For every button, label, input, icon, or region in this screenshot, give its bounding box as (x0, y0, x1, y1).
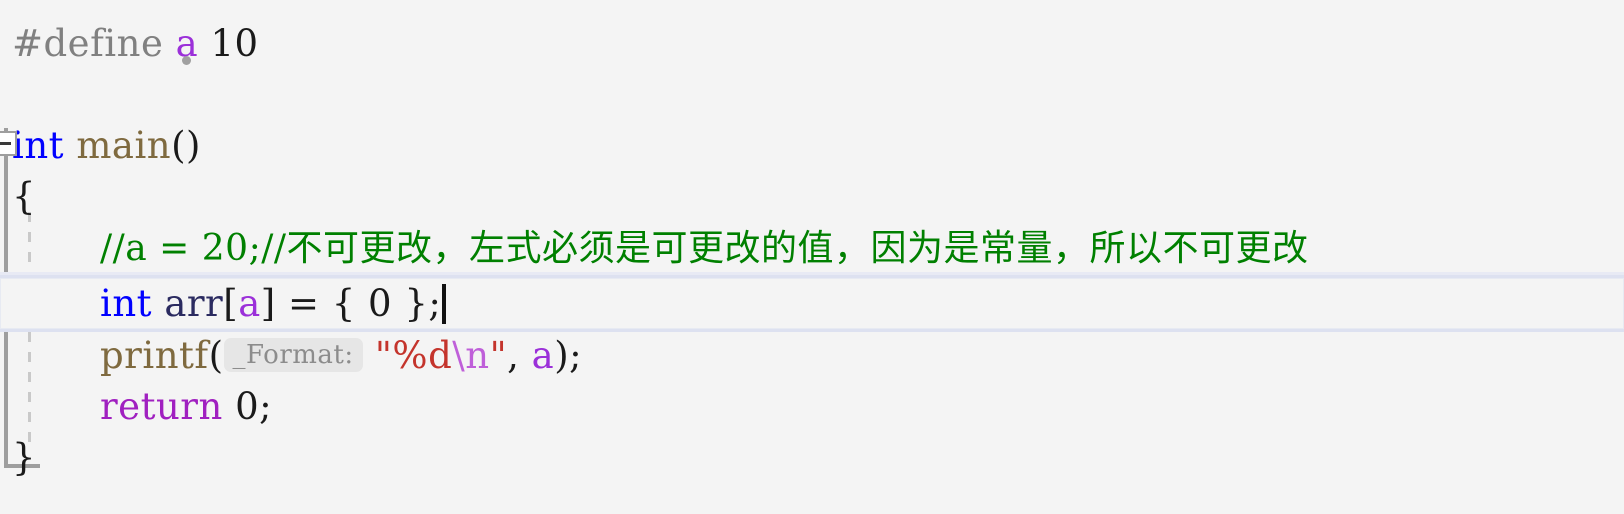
semicolon: ; (428, 282, 442, 325)
macro-value: 10 (210, 22, 259, 65)
space-1 (163, 22, 175, 65)
keyword-return: return (100, 385, 223, 428)
code-line-9[interactable]: } (0, 432, 1624, 483)
return-value: 0 (235, 385, 260, 428)
code-line-4[interactable]: { (0, 171, 1624, 222)
code-line-6-current[interactable]: int arr[a] = { 0 }; (0, 275, 1624, 332)
string-literal-start: "%d (374, 334, 453, 377)
minus-glyph (0, 142, 11, 145)
code-line-2-blank[interactable] (0, 69, 1624, 120)
assign-operator: = (275, 282, 332, 325)
space-6 (223, 385, 235, 428)
paren-open: ( (208, 334, 224, 377)
close-brace: } (12, 436, 37, 479)
semicolon: ; (259, 385, 273, 428)
collapse-minus-icon[interactable] (0, 131, 17, 156)
bracket-open: [ (223, 282, 239, 325)
code-line-3[interactable]: int main() (0, 120, 1624, 171)
function-name-main: main (76, 124, 172, 167)
function-name-printf: printf (100, 334, 209, 377)
paren-close: ) (554, 334, 570, 377)
code-line-7[interactable]: printf(_Format: "%d\n", a); (0, 330, 1624, 381)
keyword-int: int (12, 124, 65, 167)
array-identifier: arr (164, 282, 224, 325)
space-2 (198, 22, 210, 65)
space-4 (152, 282, 164, 325)
main-parens: () (171, 124, 201, 167)
code-line-1[interactable]: #define a 10 (0, 18, 1624, 69)
space-5 (363, 334, 375, 377)
bracket-close: ] (260, 282, 276, 325)
keyword-int: int (100, 282, 153, 325)
argument-macro: a (531, 334, 555, 377)
line-comment: //a = 20;//不可更改，左式必须是可更改的值，因为是常量，所以不可更改 (100, 228, 1309, 269)
code-line-5[interactable]: //a = 20;//不可更改，左式必须是可更改的值，因为是常量，所以不可更改 (0, 222, 1624, 273)
preprocessor-directive: #define (12, 22, 164, 65)
array-size-macro: a (238, 282, 261, 325)
open-brace: { (12, 175, 37, 218)
space-3 (64, 124, 76, 167)
inlay-parameter-hint[interactable]: _Format: (223, 338, 363, 372)
text-caret (442, 284, 447, 324)
string-literal-end: " (489, 334, 508, 377)
semicolon: ; (569, 334, 583, 377)
macro-definition[interactable]: a (176, 18, 199, 69)
code-editor[interactable]: #define a 10 int main() { //a = 20;//不可更… (0, 0, 1624, 514)
initializer-list: { 0 } (331, 282, 429, 325)
argument-comma: , (507, 334, 532, 377)
code-line-8[interactable]: return 0; (0, 381, 1624, 432)
quick-actions-dot-icon[interactable] (181, 56, 191, 65)
escape-sequence: \n (452, 334, 490, 377)
